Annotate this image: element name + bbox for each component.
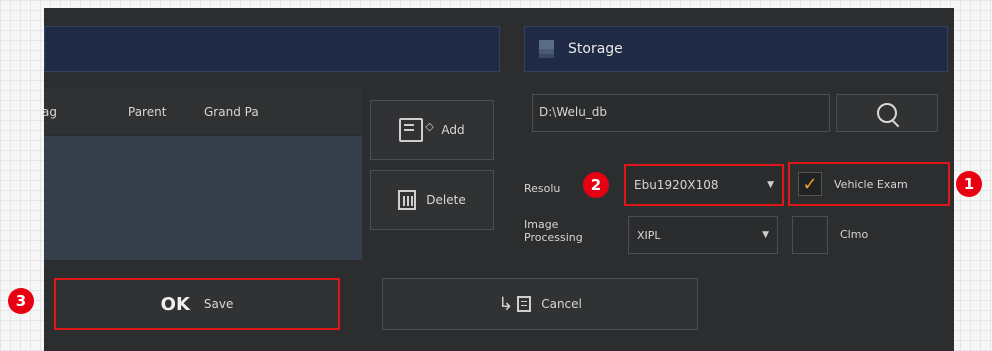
resolution-label: Resolu: [524, 182, 561, 195]
add-button-label: Add: [441, 123, 465, 137]
vehicle-exam-checkbox[interactable]: ✓ Vehicle Exam: [788, 162, 950, 206]
storage-path-field[interactable]: D:\Welu_db: [532, 94, 830, 132]
column-header-tag[interactable]: ag: [42, 105, 57, 119]
cancel-button[interactable]: ↳ Cancel: [382, 278, 698, 330]
table-body[interactable]: [44, 136, 362, 260]
checkbox-checked-icon: ✓: [798, 172, 822, 196]
dialog-panel: Storage ag Parent Grand Pa ◇ Add Delete …: [42, 8, 954, 351]
search-icon: [877, 103, 900, 128]
chevron-down-icon: ▼: [767, 180, 774, 190]
column-header-grandparent[interactable]: Grand Pa: [204, 105, 259, 119]
annotation-marker-2: 2: [583, 172, 609, 198]
clmo-label: Clmo: [840, 228, 869, 241]
table-header: ag Parent Grand Pa: [42, 88, 362, 134]
resolution-value: Ebu1920X108: [634, 178, 719, 192]
list-header-bar: [44, 26, 500, 72]
column-header-parent[interactable]: Parent: [128, 105, 166, 119]
image-processing-value: XIPL: [637, 228, 661, 242]
ok-text: OK: [160, 293, 190, 315]
storage-path-value: D:\Welu_db: [539, 105, 608, 119]
annotation-marker-3: 3: [8, 288, 34, 314]
return-arrow-icon: ↳: [498, 293, 514, 315]
search-button[interactable]: [836, 94, 938, 132]
chevron-down-icon: ▼: [762, 230, 769, 240]
vehicle-exam-label: Vehicle Exam: [834, 177, 908, 191]
add-button[interactable]: ◇ Add: [370, 100, 494, 160]
storage-header: Storage: [524, 26, 948, 72]
annotation-marker-1: 1: [956, 171, 982, 197]
ok-save-button[interactable]: OK Save: [54, 278, 340, 330]
document-icon: [517, 296, 532, 312]
resolution-dropdown[interactable]: Ebu1920X108 ▼: [624, 164, 784, 206]
delete-button-label: Delete: [426, 193, 466, 207]
clmo-checkbox[interactable]: [792, 216, 828, 254]
save-text: Save: [203, 297, 234, 311]
add-item-icon: ◇: [399, 118, 434, 142]
image-processing-dropdown[interactable]: XIPL ▼: [628, 216, 778, 254]
image-processing-label: Image Processing: [524, 218, 583, 244]
storage-title: Storage: [568, 41, 623, 57]
storage-icon: [539, 40, 554, 58]
delete-button[interactable]: Delete: [370, 170, 494, 230]
cancel-button-label: Cancel: [541, 297, 582, 311]
delete-icon: [398, 190, 417, 210]
